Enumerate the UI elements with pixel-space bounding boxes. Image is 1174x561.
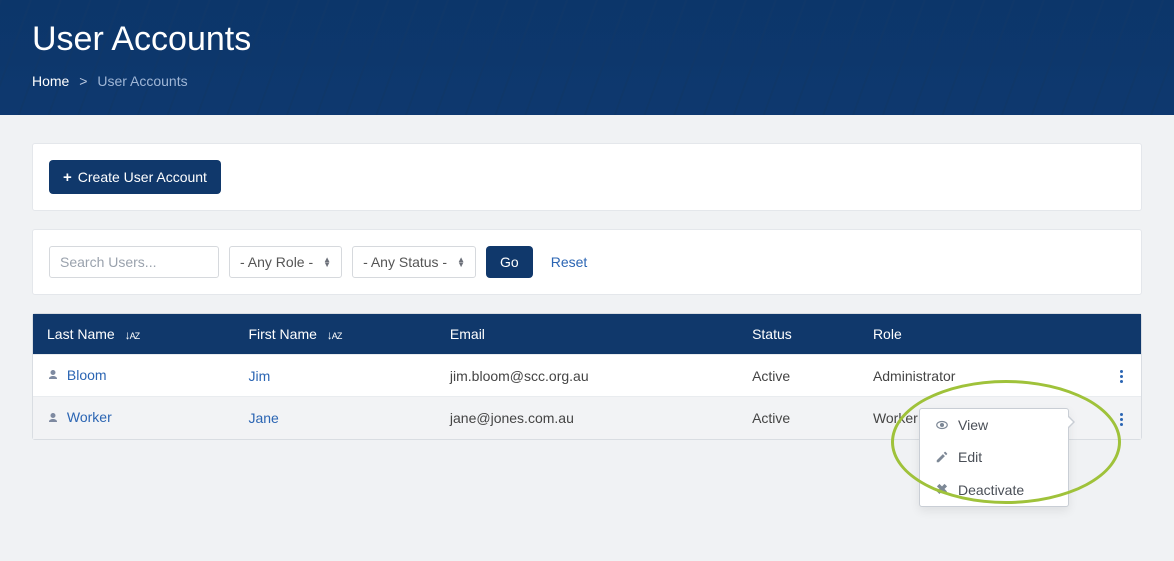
cell-role: Worker — [873, 410, 918, 426]
cell-first-name[interactable]: Jane — [248, 410, 278, 426]
cell-last-name: Worker — [67, 409, 112, 425]
menu-edit[interactable]: Edit — [920, 441, 1068, 473]
page-title: User Accounts — [32, 20, 1142, 59]
cell-email: jim.bloom@scc.org.au — [450, 368, 589, 384]
status-select[interactable]: - Any Status - ▲▼ — [352, 246, 476, 278]
user-last-name-link[interactable]: Bloom — [47, 367, 107, 383]
breadcrumb-current: User Accounts — [97, 73, 187, 89]
menu-deactivate-label: Deactivate — [958, 482, 1024, 498]
breadcrumb: Home > User Accounts — [32, 73, 1142, 89]
row-actions-dropdown: View Edit ✖ Deactivate — [919, 408, 1069, 507]
row-actions-menu-button[interactable] — [1120, 413, 1123, 426]
sort-icon: ↓AZ — [125, 328, 140, 342]
pencil-icon — [934, 450, 950, 464]
page-hero: User Accounts Home > User Accounts — [0, 0, 1174, 115]
role-select[interactable]: - Any Role - ▲▼ — [229, 246, 342, 278]
th-last-name[interactable]: Last Name ↓AZ — [33, 314, 234, 355]
breadcrumb-separator: > — [79, 73, 87, 89]
create-user-account-button[interactable]: + Create User Account — [49, 160, 221, 194]
th-role[interactable]: Role — [859, 314, 1091, 355]
th-actions — [1091, 314, 1141, 355]
plus-icon: + — [63, 170, 72, 185]
search-users-input[interactable] — [49, 246, 219, 278]
filter-panel: - Any Role - ▲▼ - Any Status - ▲▼ Go Res… — [32, 229, 1142, 295]
user-icon — [47, 368, 59, 384]
row-actions-menu-button[interactable] — [1120, 370, 1123, 383]
toolbar-panel: + Create User Account — [32, 143, 1142, 211]
th-last-name-label: Last Name — [47, 326, 115, 342]
reset-link[interactable]: Reset — [551, 254, 588, 270]
x-icon: ✖ — [934, 481, 950, 498]
cell-status: Active — [752, 410, 790, 426]
menu-view[interactable]: View — [920, 409, 1068, 441]
th-status[interactable]: Status — [738, 314, 859, 355]
cell-email: jane@jones.com.au — [450, 410, 574, 426]
th-email-label: Email — [450, 326, 485, 342]
breadcrumb-home[interactable]: Home — [32, 73, 69, 89]
eye-icon — [934, 418, 950, 432]
sort-icon: ↓AZ — [327, 328, 342, 342]
menu-edit-label: Edit — [958, 449, 982, 465]
th-status-label: Status — [752, 326, 792, 342]
menu-view-label: View — [958, 417, 988, 433]
cell-last-name: Bloom — [67, 367, 107, 383]
user-table-wrap: Last Name ↓AZ First Name ↓AZ Email Statu… — [32, 313, 1142, 440]
dropdown-pointer-icon — [1068, 415, 1075, 429]
menu-deactivate[interactable]: ✖ Deactivate — [920, 473, 1068, 506]
th-role-label: Role — [873, 326, 902, 342]
user-last-name-link[interactable]: Worker — [47, 409, 112, 425]
th-first-name-label: First Name — [248, 326, 316, 342]
create-user-account-label: Create User Account — [78, 169, 207, 185]
cell-role: Administrator — [873, 368, 955, 384]
th-first-name[interactable]: First Name ↓AZ — [234, 314, 435, 355]
go-button[interactable]: Go — [486, 246, 533, 278]
select-arrows-icon: ▲▼ — [323, 257, 331, 267]
cell-status: Active — [752, 368, 790, 384]
user-icon — [47, 411, 59, 427]
select-arrows-icon: ▲▼ — [457, 257, 465, 267]
th-email[interactable]: Email — [436, 314, 738, 355]
status-select-value: - Any Status - — [363, 254, 447, 270]
role-select-value: - Any Role - — [240, 254, 313, 270]
table-row: Bloom Jim jim.bloom@scc.org.au Active Ad… — [33, 355, 1141, 397]
cell-first-name[interactable]: Jim — [248, 368, 270, 384]
